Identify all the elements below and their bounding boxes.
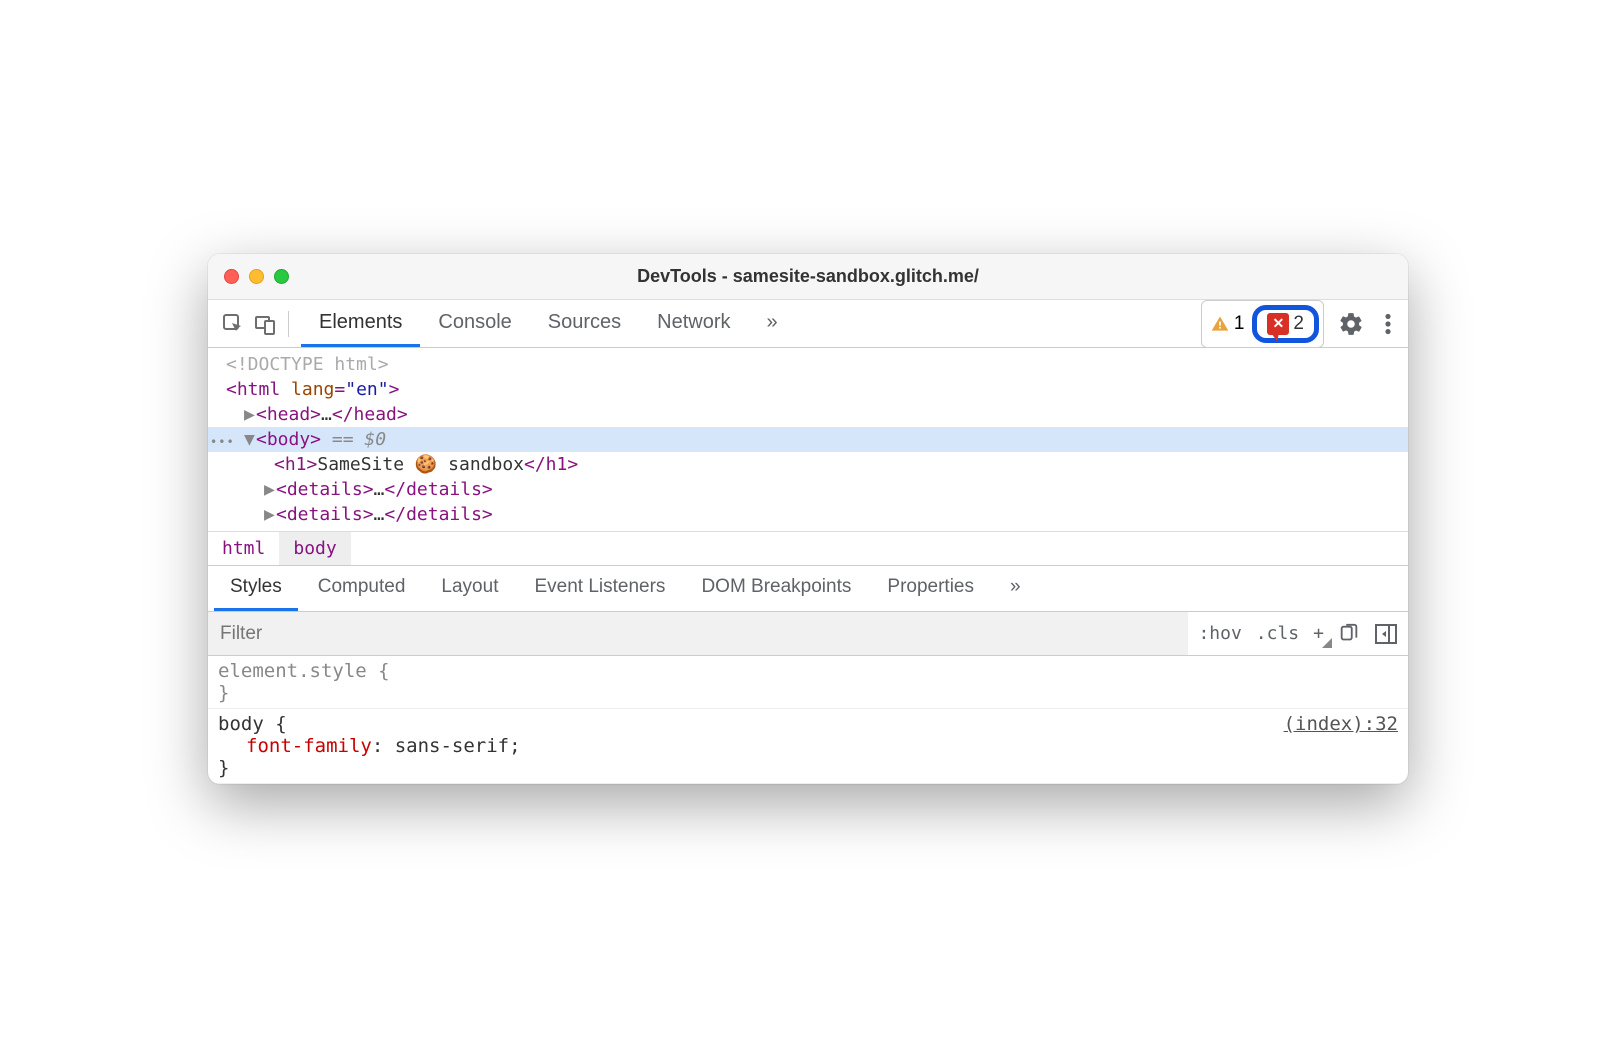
subtab-styles[interactable]: Styles: [214, 566, 298, 611]
expand-icon[interactable]: ▶: [244, 404, 254, 425]
inspect-element-icon[interactable]: [218, 309, 248, 339]
new-style-rule-button[interactable]: +: [1313, 623, 1324, 644]
issues-counter[interactable]: ✕ 2: [1263, 313, 1308, 335]
styles-subpanel-tabs: Styles Computed Layout Event Listeners D…: [208, 566, 1408, 612]
subtab-computed[interactable]: Computed: [302, 566, 422, 611]
tab-network[interactable]: Network: [639, 300, 748, 347]
panel-tabs: Elements Console Sources Network »: [301, 300, 1199, 347]
warnings-count: 1: [1234, 313, 1245, 335]
subtab-event-listeners[interactable]: Event Listeners: [518, 566, 681, 611]
toolbar-right: 1 ✕ 2: [1201, 300, 1398, 348]
css-property-value: sans-serif;: [395, 735, 521, 757]
issues-highlight: ✕ 2: [1252, 305, 1319, 343]
expand-icon[interactable]: ▶: [264, 504, 274, 525]
toggle-classes-button[interactable]: .cls: [1256, 623, 1299, 644]
dom-tree[interactable]: <!DOCTYPE html> <html lang="en"> ▶<head>…: [208, 348, 1408, 531]
issues-count: 2: [1293, 313, 1304, 335]
styles-filter-buttons: :hov .cls +: [1188, 623, 1408, 645]
dom-breadcrumb: html body: [208, 531, 1408, 566]
dom-details-1[interactable]: ▶<details>…</details>: [208, 477, 1408, 502]
element-style-selector: element.style {: [218, 660, 1398, 682]
subtab-layout[interactable]: Layout: [425, 566, 514, 611]
dom-head[interactable]: ▶<head>…</head>: [208, 402, 1408, 427]
toolbar-separator: [288, 311, 289, 337]
dom-h1[interactable]: <h1>SameSite 🍪 sandbox</h1>: [208, 452, 1408, 477]
css-property-name: font-family: [246, 735, 372, 757]
warnings-counter[interactable]: 1: [1206, 313, 1249, 335]
more-menu-icon[interactable]: [1378, 311, 1398, 337]
toggle-hover-button[interactable]: :hov: [1198, 623, 1241, 644]
minimize-window-button[interactable]: [249, 269, 264, 284]
dom-html-open[interactable]: <html lang="en">: [208, 377, 1408, 402]
styles-filter-bar: :hov .cls +: [208, 612, 1408, 656]
expand-icon[interactable]: ▶: [264, 479, 274, 500]
dom-doctype[interactable]: <!DOCTYPE html>: [208, 352, 1408, 377]
subtab-properties[interactable]: Properties: [871, 566, 990, 611]
zoom-window-button[interactable]: [274, 269, 289, 284]
window-title: DevTools - samesite-sandbox.glitch.me/: [208, 266, 1408, 287]
dom-details-2[interactable]: ▶<details>…</details>: [208, 502, 1408, 527]
tab-sources[interactable]: Sources: [530, 300, 639, 347]
subtab-dom-breakpoints[interactable]: DOM Breakpoints: [685, 566, 867, 611]
body-selector: body {: [218, 713, 1398, 735]
tab-console[interactable]: Console: [420, 300, 529, 347]
issues-icon: ✕: [1267, 313, 1289, 335]
warnings-errors-group: 1 ✕ 2: [1201, 300, 1324, 348]
more-tabs-button[interactable]: »: [749, 300, 796, 347]
tab-elements[interactable]: Elements: [301, 300, 420, 347]
warning-icon: [1210, 314, 1230, 334]
copy-styles-icon[interactable]: [1338, 623, 1360, 645]
breadcrumb-html[interactable]: html: [208, 532, 279, 565]
rule-source-link[interactable]: (index):32: [1284, 713, 1398, 735]
device-toolbar-icon[interactable]: [250, 309, 280, 339]
body-rule-close: }: [218, 757, 1398, 779]
element-style-rule[interactable]: element.style { }: [208, 656, 1408, 709]
breadcrumb-body[interactable]: body: [279, 532, 350, 565]
window-controls: [224, 269, 289, 284]
styles-filter-input[interactable]: [208, 612, 1188, 655]
body-rule[interactable]: (index):32 body { font-family: sans-seri…: [208, 709, 1408, 784]
subtab-more[interactable]: »: [994, 566, 1037, 611]
styles-rules: element.style { } (index):32 body { font…: [208, 656, 1408, 784]
css-property[interactable]: font-family: sans-serif;: [218, 735, 1398, 757]
dom-body[interactable]: ▼<body> == $0: [208, 427, 1408, 452]
settings-icon[interactable]: [1332, 311, 1370, 337]
main-toolbar: Elements Console Sources Network » 1 ✕ 2: [208, 300, 1408, 348]
element-style-close: }: [218, 682, 1398, 704]
toggle-sidebar-icon[interactable]: [1374, 623, 1398, 645]
titlebar: DevTools - samesite-sandbox.glitch.me/: [208, 254, 1408, 300]
devtools-window: DevTools - samesite-sandbox.glitch.me/ E…: [208, 254, 1408, 784]
collapse-icon[interactable]: ▼: [244, 429, 254, 450]
close-window-button[interactable]: [224, 269, 239, 284]
